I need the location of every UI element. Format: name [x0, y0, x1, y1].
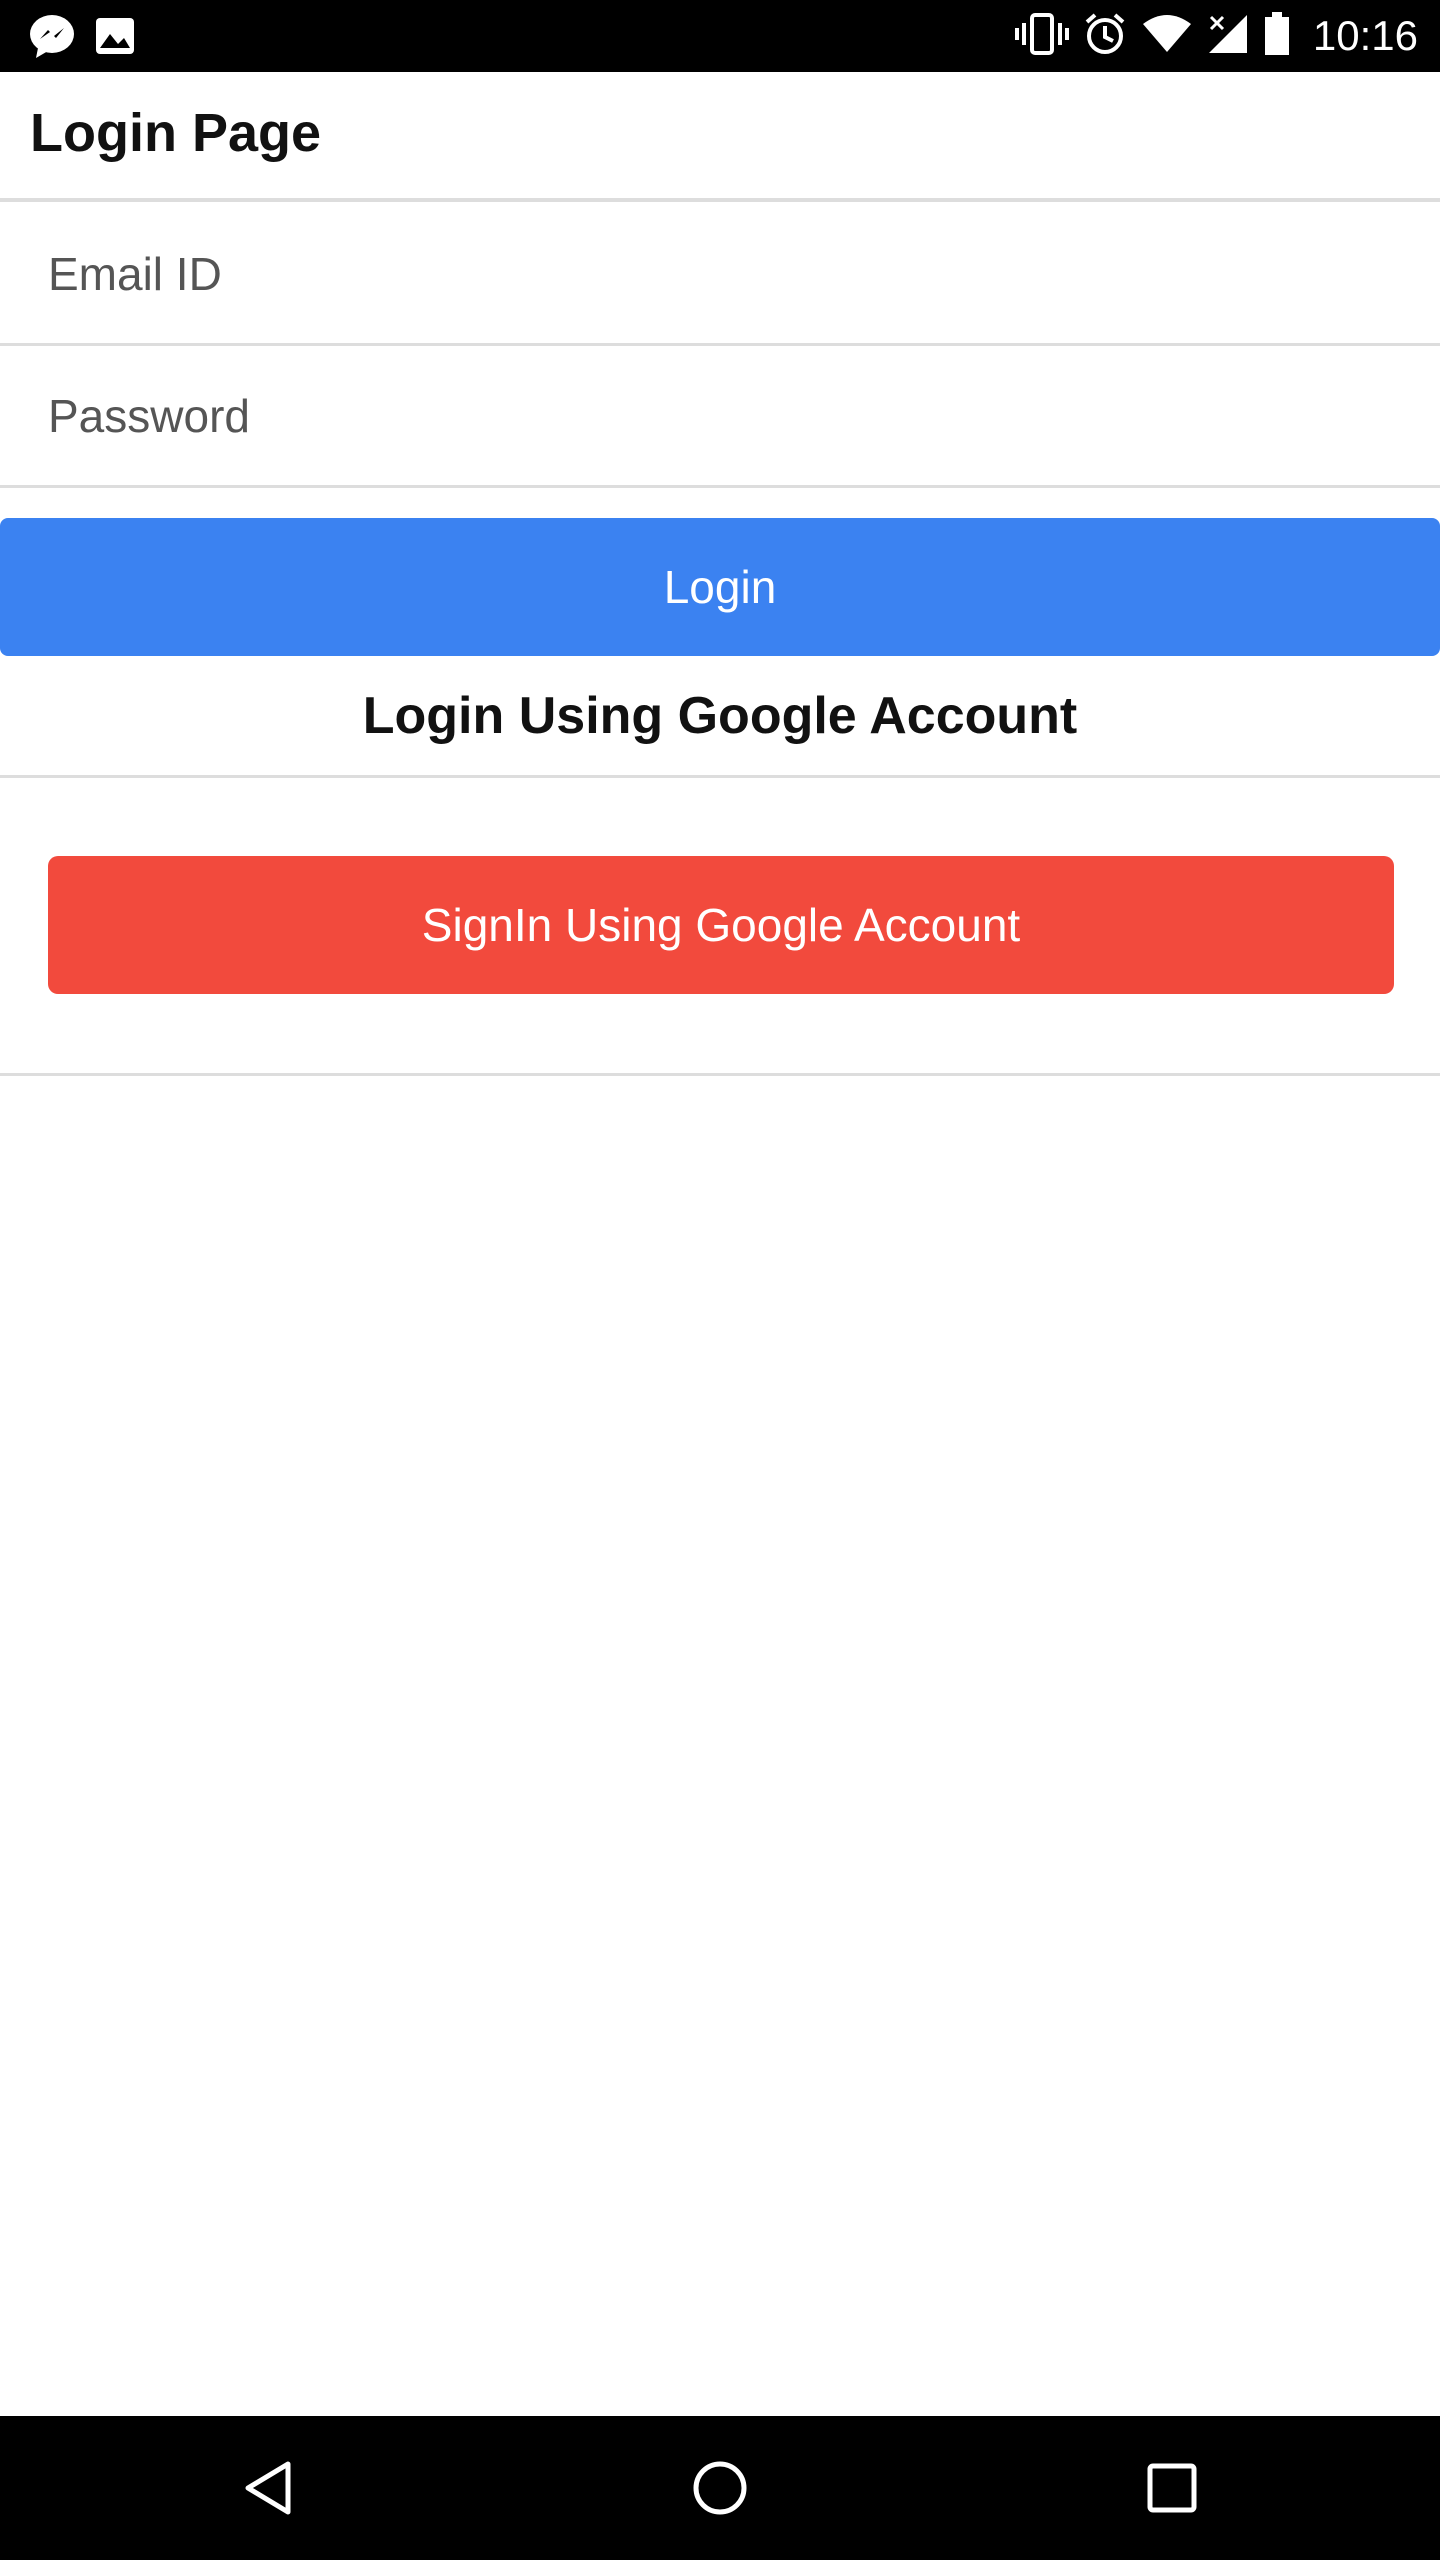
email-input[interactable] [48, 204, 1408, 343]
page-title: Login Page [30, 103, 322, 163]
battery-icon [1263, 11, 1291, 61]
login-button-label: Login [663, 561, 777, 613]
password-input[interactable] [48, 346, 1408, 485]
wifi-icon [1141, 14, 1193, 59]
home-button[interactable] [670, 2438, 770, 2538]
status-bar-system: 10:16 [1014, 8, 1418, 64]
status-time: 10:16 [1312, 12, 1418, 59]
signal-icon [1207, 13, 1249, 60]
home-icon [693, 2461, 747, 2515]
navigation-bar [0, 2416, 1440, 2560]
messenger-icon [28, 14, 76, 63]
google-section-heading: Login Using Google Account [0, 656, 1440, 778]
image-icon [94, 16, 136, 61]
login-button[interactable]: Login [0, 518, 1440, 656]
status-bar-notifications [28, 14, 136, 63]
app-bar: Login Page [0, 72, 1440, 202]
google-signin-button[interactable]: SignIn Using Google Account [48, 856, 1394, 994]
recents-button[interactable] [1122, 2438, 1222, 2538]
status-bar: 10:16 [0, 0, 1440, 72]
alarm-icon [1083, 12, 1127, 61]
google-signin-button-label: SignIn Using Google Account [421, 899, 1021, 951]
google-signin-card: SignIn Using Google Account [0, 778, 1440, 1076]
password-field-row [0, 346, 1440, 488]
back-icon [245, 2461, 291, 2515]
recents-icon [1147, 2463, 1197, 2513]
email-field-row [0, 204, 1440, 346]
back-button[interactable] [220, 2438, 320, 2538]
vibrate-icon [1014, 12, 1069, 60]
